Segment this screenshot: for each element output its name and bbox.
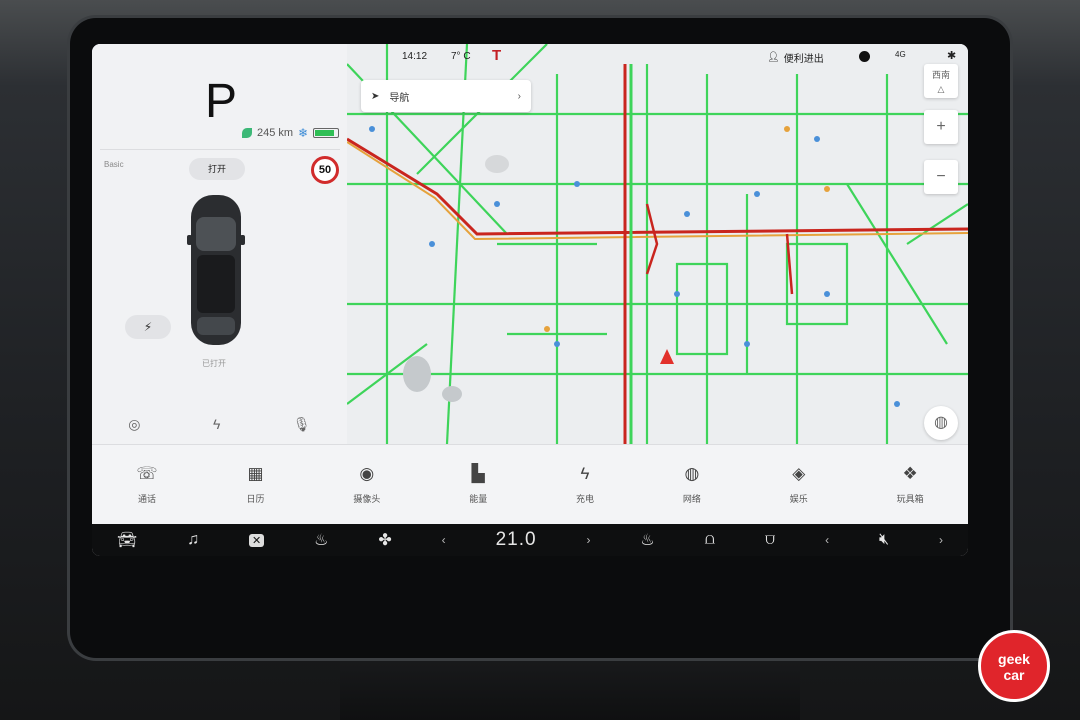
dock-item-label: 能量 <box>469 494 488 504</box>
app-dock: ☏ 通话 ▦ 日历 ◉ 摄像头 ▙ 能量 ϟ 充电 ◍ 网络 ◈ 娱乐 ❖ 玩具箱 <box>92 444 968 524</box>
dock-item-label: 摄像头 <box>353 494 381 504</box>
map-settings-button[interactable]: ◍ <box>924 406 958 440</box>
dock-item-label: 玩具箱 <box>896 494 924 504</box>
camera-icon[interactable]: ◎ <box>128 416 140 433</box>
tesla-logo-icon[interactable]: T <box>492 47 501 64</box>
microphone-icon[interactable]: 🎙︎ <box>293 416 311 433</box>
cabin-temperature[interactable]: 21.0 <box>496 529 537 551</box>
logo-line-2: car <box>1003 667 1025 683</box>
bluetooth-icon[interactable]: ✱ <box>947 49 956 62</box>
map-view[interactable]: 14:12 7° C T 👤︎ 便利进出 4G ✱ ➤ 导航 › 西南 △ + … <box>347 44 968 444</box>
globe-icon: ◍ <box>684 464 700 483</box>
battery-icon <box>313 128 340 138</box>
game-icon: ◈ <box>792 464 806 483</box>
divider <box>100 149 340 150</box>
dock-item-calendar[interactable]: ▦ 日历 <box>247 464 265 505</box>
close-app-icon[interactable]: ✕ <box>249 533 265 547</box>
dock-item-label: 网络 <box>682 494 701 504</box>
range-display: 245 km ❄ <box>242 126 340 140</box>
dock-item-game[interactable]: ◈ 娱乐 <box>790 464 808 505</box>
charge-icon: ϟ <box>580 464 590 483</box>
speed-limit-sign: 50 <box>311 156 339 184</box>
temp-down-chevron-icon[interactable]: ‹ <box>442 533 446 547</box>
toybox-icon: ❖ <box>902 464 918 483</box>
compass-icon: △ <box>937 84 945 94</box>
dock-item-globe[interactable]: ◍ 网络 <box>683 464 701 505</box>
dock-item-label: 充电 <box>576 494 595 504</box>
eco-icon <box>242 128 252 138</box>
dock-item-label: 娱乐 <box>789 494 808 504</box>
camera-icon: ◉ <box>359 464 375 483</box>
vehicle-panel: P 245 km ❄ Basic 打开 50 ⚡ 已打开 ◎ ϟ � <box>92 44 347 444</box>
car-icon[interactable]: 🚘︎ <box>117 530 137 550</box>
person-icon: 👤︎ <box>767 52 780 63</box>
zoom-out-button[interactable]: − <box>924 160 958 194</box>
car-top-view-icon[interactable] <box>187 189 245 349</box>
range-value: 245 km <box>257 127 294 139</box>
zoom-in-button[interactable]: + <box>924 110 958 144</box>
volume-down-chevron-icon[interactable]: ‹ <box>825 533 829 547</box>
dock-item-camera[interactable]: ◉ 摄像头 <box>353 464 380 505</box>
chevron-right-icon: › <box>517 90 521 102</box>
seat-heater-right-icon[interactable]: ♨ <box>640 530 654 550</box>
cellular-signal: 4G <box>895 50 906 59</box>
geekcar-logo: geek car <box>978 630 1050 702</box>
current-location-marker <box>660 349 674 364</box>
dock-item-label: 日历 <box>246 494 265 504</box>
temp-up-chevron-icon[interactable]: › <box>586 533 590 547</box>
sentry-dot-icon[interactable] <box>859 51 870 62</box>
navigation-arrow-icon: ➤ <box>371 90 380 102</box>
seat-heater-left-icon[interactable]: ♨ <box>314 530 328 550</box>
frunk-open-button[interactable]: 打开 <box>189 158 245 180</box>
snowflake-icon: ❄ <box>298 126 309 140</box>
driver-profile-label: 便利进出 <box>783 54 824 65</box>
compass-button[interactable]: 西南 △ <box>924 64 958 98</box>
lightning-icon: ⚡ <box>143 320 153 334</box>
touchscreen: P 245 km ❄ Basic 打开 50 ⚡ 已打开 ◎ ϟ � <box>92 44 968 556</box>
lightning-icon[interactable]: ϟ <box>213 416 220 433</box>
dock-item-toybox[interactable]: ❖ 玩具箱 <box>897 464 924 505</box>
calendar-icon: ▦ <box>247 464 264 483</box>
dock-item-charge[interactable]: ϟ 充电 <box>576 464 594 505</box>
driver-profile[interactable]: 👤︎ 便利进出 <box>767 50 824 65</box>
globe-icon: ◍ <box>934 414 948 431</box>
outside-temperature: 7° C <box>451 51 471 62</box>
charge-port-button[interactable]: ⚡ <box>125 315 171 339</box>
status-bar: 14:12 7° C T 👤︎ 便利进出 4G ✱ <box>347 44 968 70</box>
navigate-search[interactable]: ➤ 导航 › <box>361 80 531 112</box>
logo-line-1: geek <box>998 651 1030 667</box>
mute-icon[interactable]: 🔇︎ <box>879 531 889 549</box>
compass-label: 西南 <box>931 70 950 80</box>
bottom-control-bar: 🚘︎ ♫ ✕ ♨ ✤ ‹ 21.0 › ♨ ⩍ ⩌ ‹ 🔇︎ › <box>92 524 968 556</box>
minus-icon: − <box>936 168 946 185</box>
dock-item-phone[interactable]: ☏ 通话 <box>136 464 157 505</box>
trunk-status-label: 已打开 <box>202 359 226 368</box>
music-icon[interactable]: ♫ <box>187 531 199 549</box>
panel-quick-icons: ◎ ϟ 🎙︎ <box>92 416 347 433</box>
clock: 14:12 <box>402 51 428 62</box>
plus-icon: + <box>936 118 946 135</box>
front-defrost-icon[interactable]: ⩌ <box>765 531 775 549</box>
screen-stand <box>340 650 800 720</box>
gear-indicator: P <box>205 75 238 128</box>
dock-item-label: 通话 <box>138 494 157 504</box>
dock-item-energy[interactable]: ▙ 能量 <box>469 464 487 505</box>
battery-fill <box>315 130 334 136</box>
fan-icon[interactable]: ✤ <box>378 530 391 550</box>
volume-up-chevron-icon[interactable]: › <box>939 533 943 547</box>
phone-icon: ☏ <box>136 464 158 483</box>
rear-defrost-icon[interactable]: ⩍ <box>705 531 715 549</box>
mode-label: Basic <box>104 160 124 169</box>
energy-icon: ▙ <box>471 464 485 483</box>
navigate-label: 导航 <box>389 92 410 104</box>
